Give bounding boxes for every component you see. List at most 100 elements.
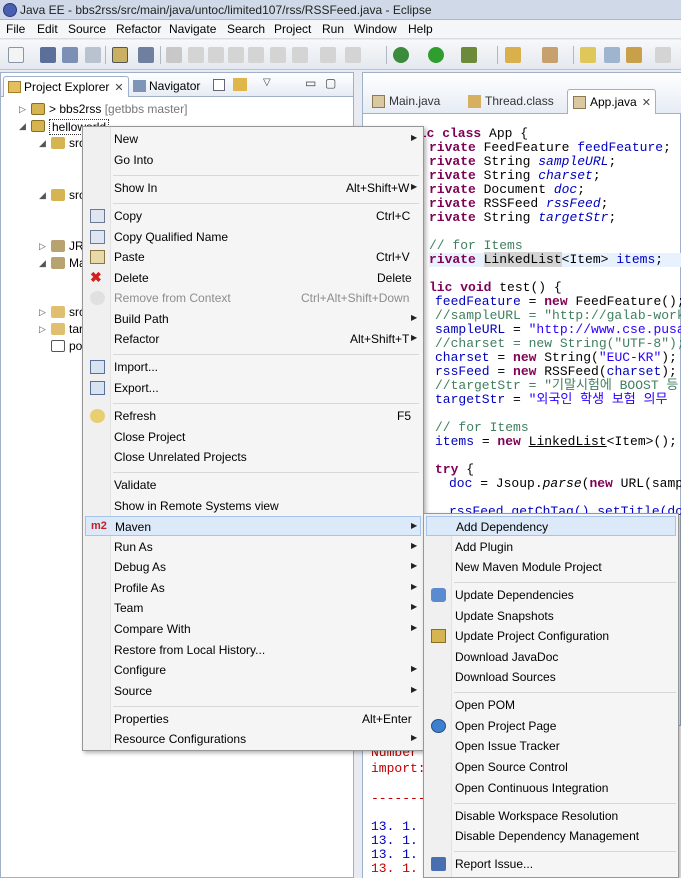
skip-breakpoints-icon[interactable] xyxy=(138,47,154,63)
menu-item-resource-configurations[interactable]: Resource Configurations ▶ xyxy=(85,729,421,749)
menu-item-export[interactable]: Export... xyxy=(85,378,421,398)
menu-item-show-in[interactable]: Show In Alt+Shift+W ▶ xyxy=(85,178,421,198)
menu-run[interactable]: Run xyxy=(322,22,344,36)
menu-help[interactable]: Help xyxy=(408,22,433,36)
tree-item-bbs2rss[interactable]: ▷ > bbs2rss [getbbs master] xyxy=(19,101,339,118)
menu-item-add-plugin[interactable]: Add Plugin xyxy=(426,537,676,557)
code-comment[interactable]: // for Items xyxy=(429,239,523,253)
menu-item-new-maven-module[interactable]: New Maven Module Project xyxy=(426,557,676,577)
menu-file[interactable]: File xyxy=(6,22,25,36)
menu-window[interactable]: Window xyxy=(354,22,397,36)
menu-item-restore-local-history[interactable]: Restore from Local History... xyxy=(85,640,421,660)
resume-icon[interactable] xyxy=(188,47,204,63)
menu-item-maven[interactable]: m2 Maven ▶ xyxy=(85,516,421,536)
code-line-field-highlighted[interactable]: rivate LinkedList<Item> items; xyxy=(429,252,681,267)
menu-item-report-issue[interactable]: Report Issue... xyxy=(426,854,676,874)
code-line-field[interactable]: rivate FeedFeature feedFeature; xyxy=(429,141,671,155)
step-into-icon[interactable] xyxy=(248,47,264,63)
menu-source[interactable]: Source xyxy=(68,22,106,36)
menu-item-open-pom[interactable]: Open POM xyxy=(426,695,676,715)
menu-item-build-path[interactable]: Build Path ▶ xyxy=(85,309,421,329)
minimize-icon[interactable]: ▭ xyxy=(305,76,316,90)
debug-icon[interactable] xyxy=(393,47,409,63)
menu-item-update-snapshots[interactable]: Update Snapshots xyxy=(426,606,676,626)
open-task-icon[interactable] xyxy=(604,47,620,63)
code-line-method-decl[interactable]: lic void test() { xyxy=(429,281,562,295)
menu-edit[interactable]: Edit xyxy=(37,22,58,36)
menu-item-debug-as[interactable]: Debug As ▶ xyxy=(85,557,421,577)
code-statement[interactable]: rssFeed = new RSSFeed(charset); xyxy=(435,365,677,379)
code-statement[interactable]: targetStr = "외국인 학생 보험 의무 xyxy=(435,393,667,407)
code-try[interactable]: try { xyxy=(435,463,474,477)
code-statement[interactable]: sampleURL = "http://www.cse.pusan xyxy=(435,323,681,337)
code-line-field[interactable]: rivate Document doc; xyxy=(429,183,585,197)
code-comment[interactable]: //sampleURL = "http://galab-work. xyxy=(435,309,681,323)
tab-project-explorer[interactable]: Project Explorer ✕ xyxy=(3,76,129,97)
open-type-icon[interactable] xyxy=(580,47,596,63)
maximize-icon[interactable]: ▢ xyxy=(325,76,336,90)
menu-item-validate[interactable]: Validate xyxy=(85,475,421,495)
menu-item-copy[interactable]: Copy Ctrl+C xyxy=(85,206,421,226)
step-return-icon[interactable] xyxy=(292,47,308,63)
save-all-icon[interactable] xyxy=(62,47,78,63)
code-comment[interactable]: //targetStr = "기말시험에 BOOST 등 xyxy=(435,379,678,393)
use-step-filters-icon[interactable] xyxy=(345,47,361,63)
toggle-mark-icon[interactable] xyxy=(112,47,128,63)
code-line-field[interactable]: rivate String targetStr; xyxy=(429,211,616,225)
code-statement[interactable]: items = new LinkedList<Item>(); xyxy=(435,435,677,449)
code-statement[interactable]: charset = new String("EUC-KR"); xyxy=(435,351,677,365)
menu-item-source[interactable]: Source ▶ xyxy=(85,681,421,701)
close-icon[interactable]: ✕ xyxy=(114,81,123,94)
step-icon[interactable] xyxy=(166,47,182,63)
menu-item-open-project-page[interactable]: Open Project Page xyxy=(426,716,676,736)
menu-project[interactable]: Project xyxy=(274,22,311,36)
code-comment[interactable]: //charset = new String("UTF-8"); xyxy=(435,337,681,351)
code-comment[interactable]: // for Items xyxy=(435,421,529,435)
tab-app-java[interactable]: App.java ✕ xyxy=(567,89,656,114)
menu-item-close-project[interactable]: Close Project xyxy=(85,427,421,447)
menu-item-close-unrelated-projects[interactable]: Close Unrelated Projects xyxy=(85,447,421,467)
code-statement[interactable]: doc = Jsoup.parse(new URL(sampl xyxy=(449,477,681,491)
menu-item-show-remote-systems[interactable]: Show in Remote Systems view xyxy=(85,496,421,516)
menu-item-open-source-control[interactable]: Open Source Control xyxy=(426,757,676,777)
menu-item-remove-from-context[interactable]: Remove from Context Ctrl+Alt+Shift+Down xyxy=(85,288,421,308)
drop-frame-icon[interactable] xyxy=(320,47,336,63)
tab-main-java[interactable]: Main.java xyxy=(367,89,444,114)
run-icon[interactable] xyxy=(428,47,444,63)
menu-item-update-dependencies[interactable]: Update Dependencies xyxy=(426,585,676,605)
tab-navigator[interactable]: Navigator xyxy=(129,76,204,97)
menu-navigate[interactable]: Navigate xyxy=(169,22,216,36)
menu-item-profile-as[interactable]: Profile As ▶ xyxy=(85,578,421,598)
code-statement[interactable]: feedFeature = new FeedFeature(); xyxy=(435,295,681,309)
menu-item-run-as[interactable]: Run As ▶ xyxy=(85,537,421,557)
annotation-icon[interactable] xyxy=(655,47,671,63)
collapse-arrow-icon[interactable]: ◢ xyxy=(19,121,26,132)
menu-search[interactable]: Search xyxy=(227,22,265,36)
link-editor-icon[interactable] xyxy=(233,78,247,91)
menu-item-update-project-configuration[interactable]: Update Project Configuration xyxy=(426,626,676,646)
menu-item-disable-workspace-resolution[interactable]: Disable Workspace Resolution xyxy=(426,806,676,826)
menu-item-delete[interactable]: ✖ Delete Delete xyxy=(85,268,421,288)
menu-item-refactor[interactable]: Refactor Alt+Shift+T ▶ xyxy=(85,329,421,349)
new-package-icon[interactable] xyxy=(542,47,558,63)
menu-item-download-sources[interactable]: Download Sources xyxy=(426,667,676,687)
menu-item-compare-with[interactable]: Compare With ▶ xyxy=(85,619,421,639)
menu-refactor[interactable]: Refactor xyxy=(116,22,161,36)
tab-thread-class[interactable]: Thread.class xyxy=(463,89,558,114)
code-line-field[interactable]: rivate RSSFeed rssFeed; xyxy=(429,197,608,211)
code-line-field[interactable]: rivate String charset; xyxy=(429,169,601,183)
new-file-icon[interactable] xyxy=(8,47,24,63)
menu-item-copy-qualified-name[interactable]: Copy Qualified Name xyxy=(85,227,421,247)
menu-item-add-dependency[interactable]: Add Dependency xyxy=(426,516,676,536)
menu-item-disable-dependency-management[interactable]: Disable Dependency Management xyxy=(426,826,676,846)
menu-item-team[interactable]: Team ▶ xyxy=(85,598,421,618)
print-icon[interactable] xyxy=(85,47,101,63)
expand-arrow-icon[interactable]: ▷ xyxy=(19,104,26,115)
menu-item-go-into[interactable]: Go Into xyxy=(85,150,421,170)
menu-item-paste[interactable]: Paste Ctrl+V xyxy=(85,247,421,267)
search-icon[interactable] xyxy=(626,47,642,63)
collapse-all-icon[interactable] xyxy=(213,79,225,91)
code-line-class-decl[interactable]: lic class App { xyxy=(411,127,528,141)
suspend-icon[interactable] xyxy=(208,47,224,63)
save-icon[interactable] xyxy=(40,47,56,63)
